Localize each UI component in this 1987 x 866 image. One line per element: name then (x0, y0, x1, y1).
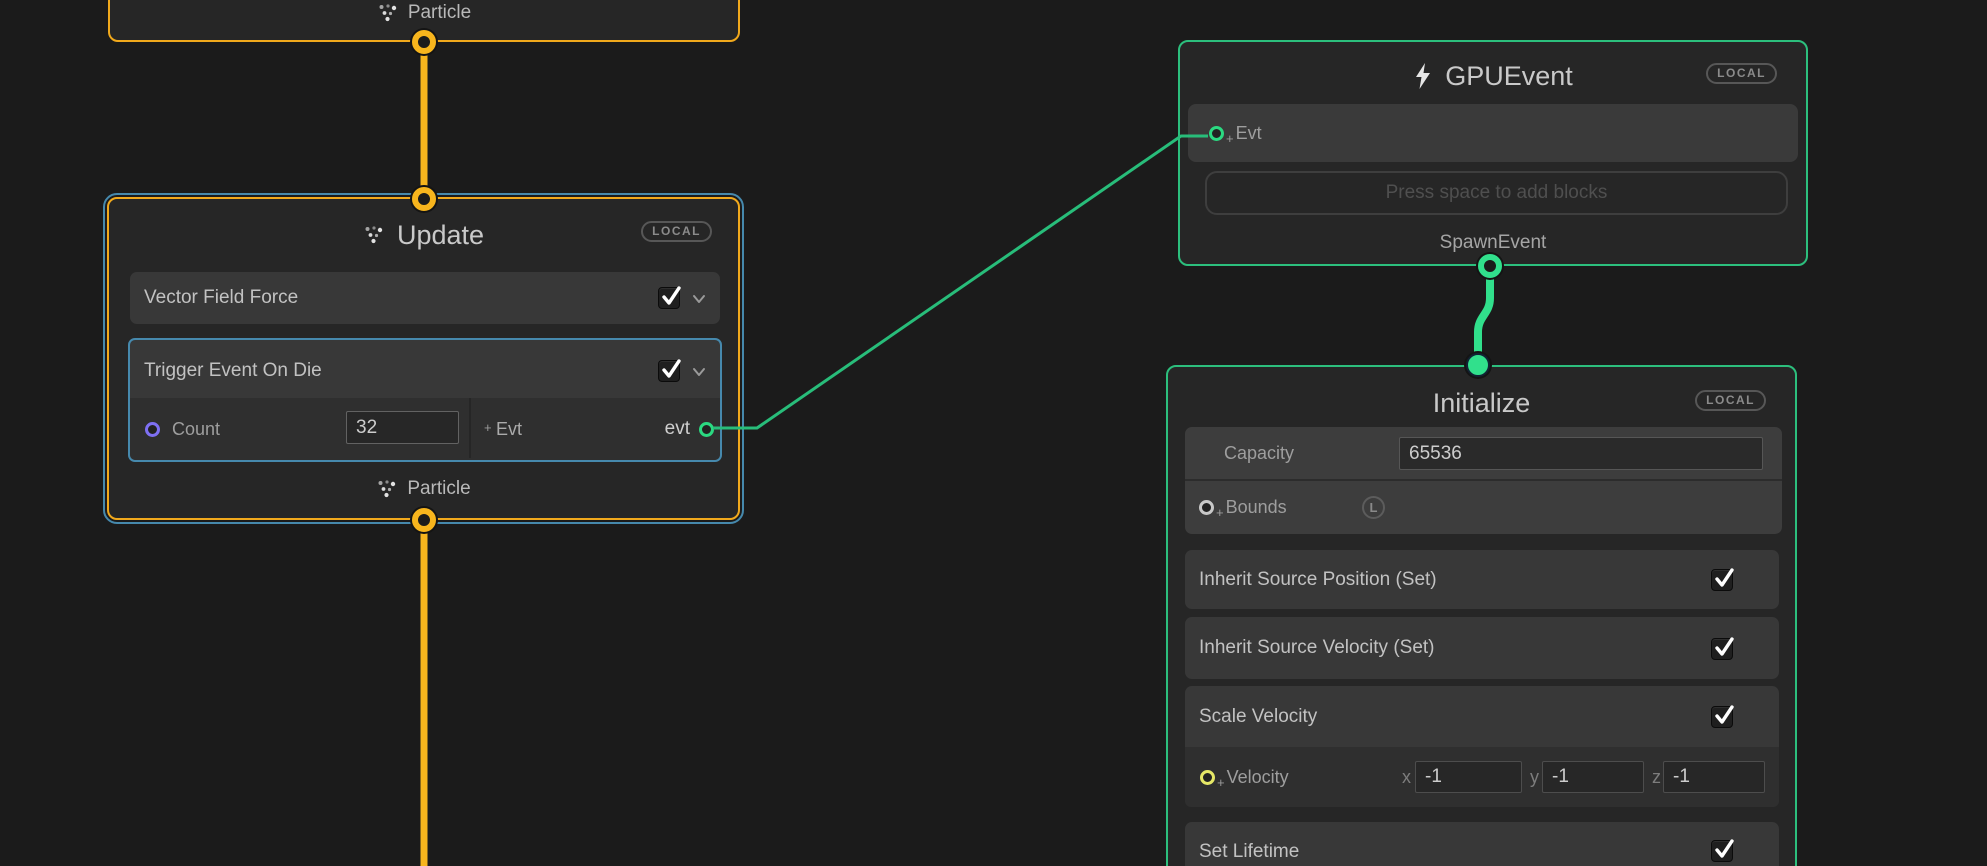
bounds-l-badge[interactable]: L (1362, 496, 1385, 519)
particle-icon (363, 224, 385, 246)
block-label: Scale Velocity (1185, 706, 1317, 728)
velocity-input-port[interactable] (1200, 770, 1215, 785)
flow-anchor-spawnevent: SpawnEvent (1180, 232, 1806, 254)
velocity-x-value: -1 (1425, 766, 1442, 788)
block-vector-field-force[interactable]: Vector Field Force (130, 272, 720, 324)
node-update[interactable]: Update LOCAL Vector Field Force Trigger … (107, 197, 740, 520)
flow-anchor-particle: Particle (110, 2, 738, 24)
block-label: Inherit Source Velocity (Set) (1185, 637, 1435, 659)
evt-in-label: Evt (496, 419, 522, 440)
velocity-y-value: -1 (1552, 766, 1569, 788)
bounds-label: Bounds (1226, 497, 1287, 518)
node-title: Initialize (1433, 388, 1531, 419)
evt-input-port[interactable] (1209, 126, 1224, 141)
x-axis-label: x (1402, 767, 1411, 788)
plus-glyph: + (1226, 131, 1234, 146)
particle-icon (377, 2, 399, 24)
node-particle-top[interactable]: Particle (108, 0, 740, 42)
edge-evt-to-gpuevent (713, 136, 1208, 428)
block-scale-velocity[interactable]: Scale Velocity + Velocity x -1 y -1 z - (1185, 686, 1779, 807)
block-enabled-checkbox[interactable] (658, 287, 680, 309)
l-badge-text: L (1370, 500, 1378, 515)
flow-anchor-particle: Particle (109, 478, 738, 500)
evt-output-port[interactable] (699, 422, 714, 437)
gpuevent-evt-row: + Evt (1188, 104, 1798, 162)
y-axis-label: y (1530, 767, 1539, 788)
evt-out-label: evt (665, 418, 690, 440)
capacity-value: 65536 (1409, 443, 1462, 465)
velocity-x-field[interactable]: -1 (1415, 761, 1522, 793)
add-blocks-placeholder[interactable]: Press space to add blocks (1205, 171, 1788, 215)
local-badge: LOCAL (641, 221, 712, 242)
plus-glyph: + (484, 420, 492, 435)
count-label: Count (172, 419, 220, 440)
chevron-down-icon[interactable] (691, 364, 707, 380)
block-enabled-checkbox[interactable] (1711, 706, 1733, 728)
block-enabled-checkbox[interactable] (1711, 840, 1733, 862)
node-title: Update (397, 220, 484, 251)
trigger-event-properties-row: Count 32 + Evt evt (130, 398, 720, 460)
count-input-port[interactable] (145, 422, 160, 437)
placeholder-text: Press space to add blocks (1386, 182, 1608, 204)
chevron-down-icon[interactable] (691, 291, 707, 307)
local-badge: LOCAL (1695, 390, 1766, 411)
block-label: Inherit Source Position (Set) (1185, 569, 1437, 591)
velocity-y-field[interactable]: -1 (1542, 761, 1644, 793)
velocity-row: + Velocity x -1 y -1 z -1 (1185, 747, 1779, 807)
count-field[interactable]: 32 (346, 411, 459, 444)
capacity-row: Capacity 65536 (1185, 427, 1782, 479)
bounds-input-port[interactable] (1199, 500, 1214, 515)
block-inherit-source-velocity[interactable]: Inherit Source Velocity (Set) (1185, 617, 1779, 679)
capacity-field[interactable]: 65536 (1399, 437, 1763, 470)
flow-anchor-label: SpawnEvent (1440, 232, 1547, 254)
evt-port-label: Evt (1236, 123, 1262, 144)
local-badge: LOCAL (1706, 63, 1777, 84)
initialize-settings-group: Capacity 65536 + Bounds L (1185, 427, 1782, 534)
particle-icon (376, 478, 398, 500)
plus-glyph: + (1217, 775, 1225, 790)
edge-gpuevent-to-initialize (1478, 266, 1490, 365)
block-label: Trigger Event On Die (130, 360, 322, 382)
block-enabled-checkbox[interactable] (1711, 638, 1733, 660)
flow-anchor-label: Particle (407, 478, 470, 500)
node-gpuevent[interactable]: GPUEvent LOCAL + Evt Press space to add … (1178, 40, 1808, 266)
velocity-z-field[interactable]: -1 (1663, 761, 1765, 793)
node-title: GPUEvent (1445, 61, 1573, 92)
plus-glyph: + (1216, 505, 1224, 520)
block-enabled-checkbox[interactable] (1711, 569, 1733, 591)
block-set-lifetime[interactable]: Set Lifetime (1185, 822, 1779, 866)
block-trigger-event-on-die[interactable]: Trigger Event On Die Count 32 + Evt evt (128, 338, 722, 462)
count-value: 32 (356, 417, 377, 439)
flow-anchor-label: Particle (408, 2, 471, 24)
velocity-z-value: -1 (1673, 766, 1690, 788)
lightning-icon (1413, 63, 1433, 89)
block-enabled-checkbox[interactable] (658, 360, 680, 382)
node-initialize[interactable]: Initialize LOCAL Capacity 65536 + Bounds… (1166, 365, 1797, 866)
capacity-label: Capacity (1224, 443, 1294, 464)
bounds-row: + Bounds L (1185, 481, 1782, 534)
block-inherit-source-position[interactable]: Inherit Source Position (Set) (1185, 550, 1779, 609)
velocity-label: Velocity (1227, 767, 1289, 788)
vfx-graph-canvas[interactable]: Particle Update LOCAL Vector Field Force (0, 0, 1987, 866)
block-label: Set Lifetime (1185, 841, 1299, 863)
divider (469, 398, 471, 458)
z-axis-label: z (1652, 767, 1661, 788)
block-label: Vector Field Force (130, 287, 298, 309)
